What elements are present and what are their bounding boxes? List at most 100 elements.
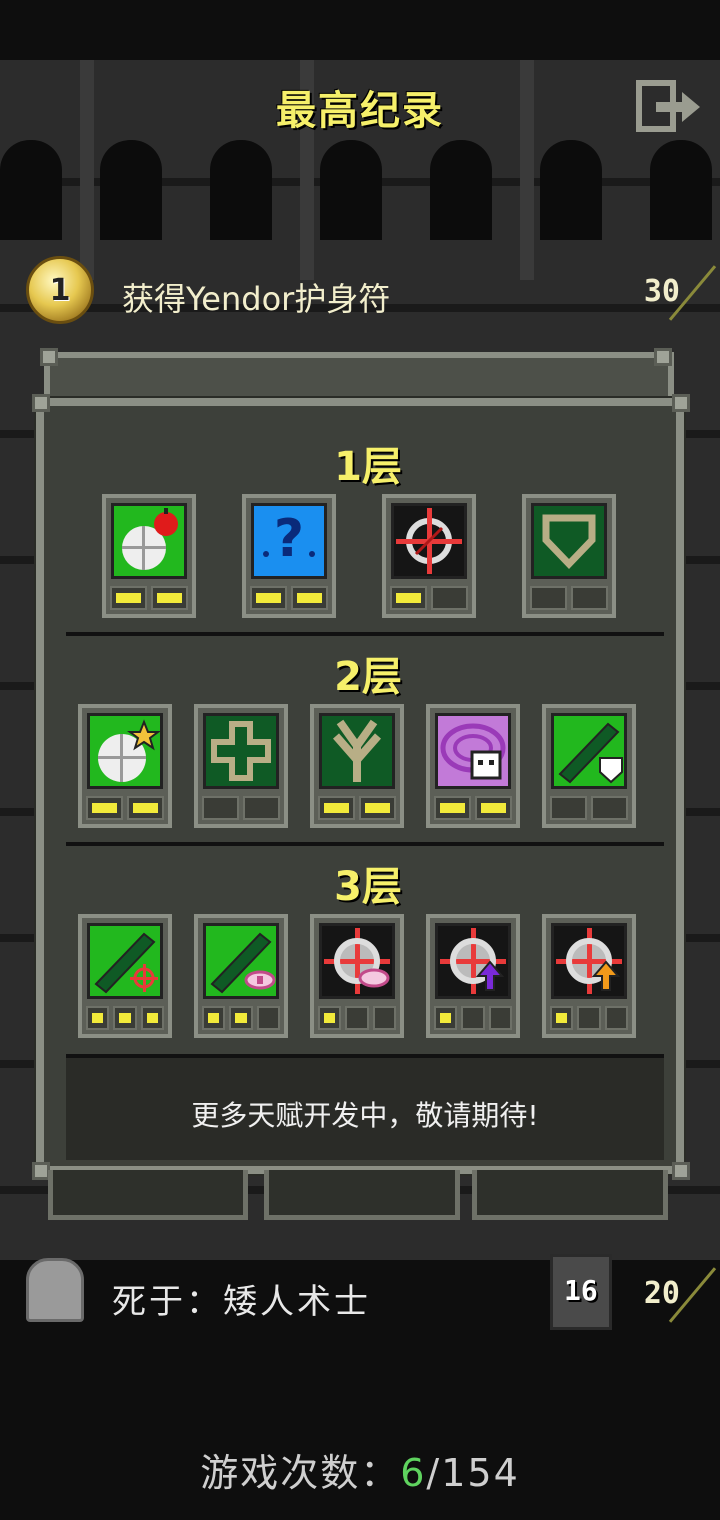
level-pip [140,1006,164,1030]
tier-2-title: 2层 [334,654,402,700]
talent-level-pips [550,796,628,820]
talent-slot[interactable] [78,704,172,828]
level-pip [151,586,188,610]
level-pip [431,586,468,610]
level-pip [318,796,355,820]
talents-window: 1层 ? 2层 3层 更多天赋开发中，敬请期待! [32,394,690,1180]
level-pip [127,796,164,820]
talent-level-pips [318,796,396,820]
talent-slot[interactable] [78,914,172,1038]
purple-spiral-skull-icon [435,713,511,789]
talent-slot[interactable] [310,914,404,1038]
games-played: 游戏次数：6/154 [0,1442,720,1497]
talent-level-pips [86,1006,164,1030]
level-pip [86,796,123,820]
rocket-target-icon [87,923,163,999]
record-description: 获得Yendor护身符 [122,280,391,318]
rocket-eye-icon [203,923,279,999]
frame-corner [40,348,58,366]
record-row[interactable]: 1 获得Yendor护身符 30 [0,252,720,332]
talent-level-pips [390,586,468,610]
tier-divider [66,632,664,636]
frame-corner [32,394,50,412]
talent-level-pips [318,1006,396,1030]
tab-middle[interactable] [264,1170,460,1220]
talent-slot[interactable] [194,704,288,828]
rank-number: 1 [49,272,71,308]
level-pip [372,1006,396,1030]
talent-level-pips [434,1006,512,1030]
tree-root-icon [319,713,395,789]
question-mark-icon: ? [251,503,327,579]
level-pip [434,796,471,820]
talent-level-pips [530,586,608,610]
talent-slot[interactable] [426,914,520,1038]
tier-1-title: 1层 [334,444,402,490]
tab-bar [40,1170,680,1222]
talent-slot[interactable] [426,704,520,828]
talent-level-pips [86,796,164,820]
talent-level-pips [202,796,280,820]
cross-icon [203,713,279,789]
info-message-box: 更多天赋开发中，敬请期待! [66,1054,664,1160]
talent-slot[interactable] [194,914,288,1038]
level-pip [530,586,567,610]
coming-soon-message: 更多天赋开发中，敬请期待! [191,1099,539,1132]
level-pip [591,796,628,820]
talent-slot[interactable] [382,494,476,618]
level-pip [291,586,328,610]
tab-right[interactable] [472,1170,668,1220]
level-pip [577,1006,601,1030]
level-pip [475,796,512,820]
level-pip [550,1006,574,1030]
crosshair-purple-arrow-icon [435,923,511,999]
crosshair-icon [391,503,467,579]
talent-slot[interactable] [522,494,616,618]
frame-corner [672,394,690,412]
crosshair-eye-icon [319,923,395,999]
talent-level-pips [250,586,328,610]
talent-slot[interactable]: ? [242,494,336,618]
depth-number: 16 [564,1274,598,1307]
level-pip [250,586,287,610]
talent-slot[interactable] [542,914,636,1038]
level-pip [488,1006,512,1030]
amulet-rank-badge: 1 [26,256,94,324]
level-pip [243,796,280,820]
games-total: /154 [426,1451,520,1495]
exit-icon [636,80,700,132]
level-pip [359,796,396,820]
level-pip [345,1006,369,1030]
level-pip [113,1006,137,1030]
tier-divider [66,842,664,846]
level-pip [229,1006,253,1030]
tab-left[interactable] [48,1170,248,1220]
rocket-shield-icon [551,713,627,789]
level-pip [390,586,427,610]
plate-star-icon [87,713,163,789]
level-pip [110,586,147,610]
talent-level-pips [110,586,188,610]
tombstone-icon [26,1258,84,1322]
tier-3-title: 3层 [334,864,402,910]
hearty-meal-icon [111,503,187,579]
level-pip [202,796,239,820]
games-label: 游戏次数： [200,1451,401,1495]
talent-level-pips [550,1006,628,1030]
talent-slot[interactable] [102,494,196,618]
games-current: 6 [400,1451,427,1495]
level-pip [318,1006,342,1030]
talent-slot[interactable] [542,704,636,828]
talent-slot[interactable] [310,704,404,828]
level-pip [550,796,587,820]
level-pip [202,1006,226,1030]
record-row[interactable]: 死于：矮人术士 16 20 [0,1252,720,1332]
death-cause: 死于：矮人术士 [112,1282,371,1322]
shield-icon [531,503,607,579]
svg-text:?: ? [274,509,304,569]
level-pip [434,1006,458,1030]
record-score: 20 [643,1276,680,1311]
exit-button[interactable] [636,80,702,134]
talent-level-pips [202,1006,280,1030]
crosshair-orange-arrow-icon [551,923,627,999]
